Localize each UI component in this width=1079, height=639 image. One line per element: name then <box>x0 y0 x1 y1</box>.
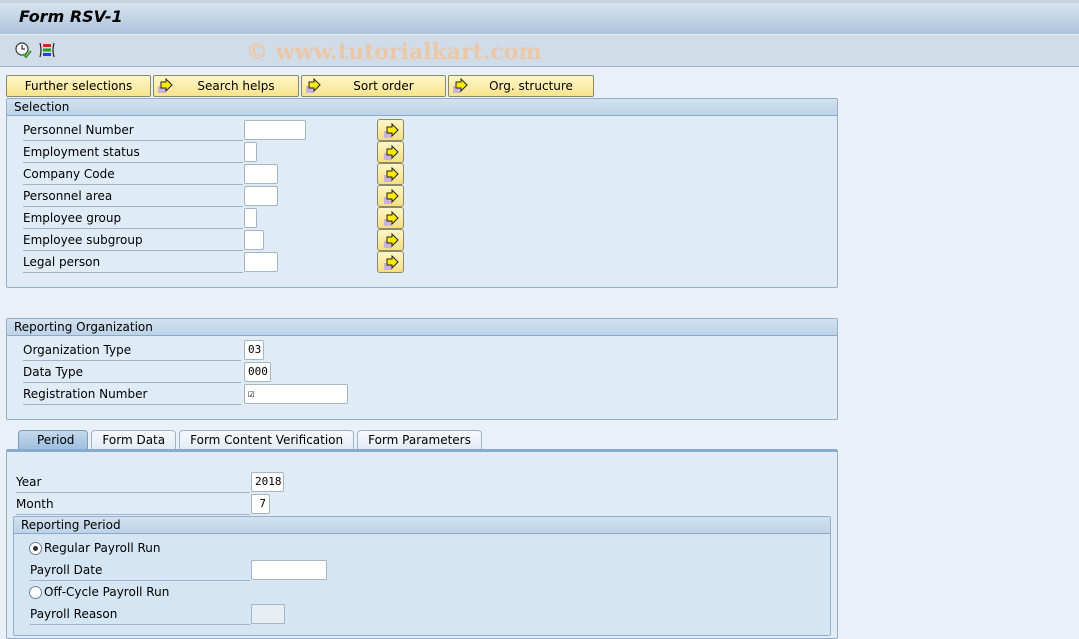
title-bar: Form RSV-1 <box>0 0 1079 35</box>
data-type-label: Data Type <box>23 364 241 383</box>
further-selections-button[interactable]: Further selections <box>6 75 151 97</box>
off-cycle-payroll-run-label: Off-Cycle Payroll Run <box>44 585 170 599</box>
legal-person-multiple-selection-button[interactable] <box>377 251 404 273</box>
tab-form-content-verification[interactable]: Form Content Verification <box>179 430 355 449</box>
legal-person-field[interactable] <box>244 252 278 272</box>
selection-screen-layout-icon[interactable] <box>38 41 56 59</box>
employee-subgroup-label: Employee subgroup <box>23 232 243 251</box>
organization-type-label: Organization Type <box>23 342 241 361</box>
tab-form-parameters[interactable]: Form Parameters <box>357 430 482 449</box>
payroll-date-field[interactable] <box>251 560 327 580</box>
arrow-right-icon <box>384 211 399 226</box>
personnel-number-multiple-selection-button[interactable] <box>377 119 404 141</box>
tabstrip: Period Form Data Form Content Verificati… <box>18 430 485 449</box>
application-toolbar: © www.tutorialkart.com <box>0 35 1079 67</box>
employee-group-label: Employee group <box>23 210 243 229</box>
payroll-reason-field <box>251 604 285 624</box>
organization-type-field[interactable]: 03 <box>244 340 264 360</box>
month-field[interactable]: 7 <box>251 494 270 514</box>
button-label: Search helps <box>197 79 275 93</box>
arrow-right-icon <box>384 167 399 182</box>
tab-period[interactable]: Period <box>18 430 89 449</box>
employee-group-field[interactable] <box>244 208 257 228</box>
window-title: Form RSV-1 <box>19 7 123 26</box>
button-label: Further selections <box>24 79 133 93</box>
group-title: Reporting Period <box>14 517 830 534</box>
watermark-text: © www.tutorialkart.com <box>246 39 542 65</box>
year-label: Year <box>16 474 250 493</box>
payroll-date-label: Payroll Date <box>30 562 250 581</box>
data-type-field[interactable]: 000 <box>244 362 271 382</box>
execute-clock-icon[interactable] <box>14 41 32 59</box>
company-code-field[interactable] <box>244 164 278 184</box>
group-title: Reporting Organization <box>7 319 837 336</box>
arrow-right-icon <box>305 77 321 97</box>
regular-payroll-run-radio[interactable] <box>29 542 42 555</box>
month-label: Month <box>16 496 250 515</box>
payroll-reason-label: Payroll Reason <box>30 606 250 625</box>
personnel-number-label: Personnel Number <box>23 122 243 141</box>
tab-form-data[interactable]: Form Data <box>91 430 177 449</box>
search-helps-button[interactable]: Search helps <box>153 75 299 97</box>
arrow-right-icon <box>384 233 399 248</box>
employee-subgroup-multiple-selection-button[interactable] <box>377 229 404 251</box>
arrow-right-icon <box>384 255 399 270</box>
registration-number-label: Registration Number <box>23 386 241 405</box>
regular-payroll-run-label: Regular Payroll Run <box>44 541 161 555</box>
company-code-multiple-selection-button[interactable] <box>377 163 404 185</box>
employee-subgroup-field[interactable] <box>244 230 264 250</box>
arrow-right-icon <box>384 145 399 160</box>
personnel-number-field[interactable] <box>244 120 306 140</box>
personnel-area-label: Personnel area <box>23 188 243 207</box>
button-label: Sort order <box>353 79 414 93</box>
button-label: Org. structure <box>489 79 573 93</box>
legal-person-label: Legal person <box>23 254 243 273</box>
employment-status-multiple-selection-button[interactable] <box>377 141 404 163</box>
sort-order-button[interactable]: Sort order <box>301 75 446 97</box>
registration-number-field[interactable]: ☑ <box>244 384 348 404</box>
employee-group-multiple-selection-button[interactable] <box>377 207 404 229</box>
personnel-area-multiple-selection-button[interactable] <box>377 185 404 207</box>
selection-button-bar: Further selections Search helps Sort ord… <box>6 75 594 97</box>
arrow-right-icon <box>384 123 399 138</box>
arrow-right-icon <box>452 77 468 97</box>
off-cycle-payroll-run-radio[interactable] <box>29 586 42 599</box>
org-structure-button[interactable]: Org. structure <box>448 75 594 97</box>
arrow-right-icon <box>157 77 173 97</box>
personnel-area-field[interactable] <box>244 186 278 206</box>
employment-status-field[interactable] <box>244 142 257 162</box>
year-field[interactable]: 2018 <box>251 472 284 492</box>
employment-status-label: Employment status <box>23 144 243 163</box>
company-code-label: Company Code <box>23 166 243 185</box>
group-title: Selection <box>7 99 837 116</box>
arrow-right-icon <box>384 189 399 204</box>
